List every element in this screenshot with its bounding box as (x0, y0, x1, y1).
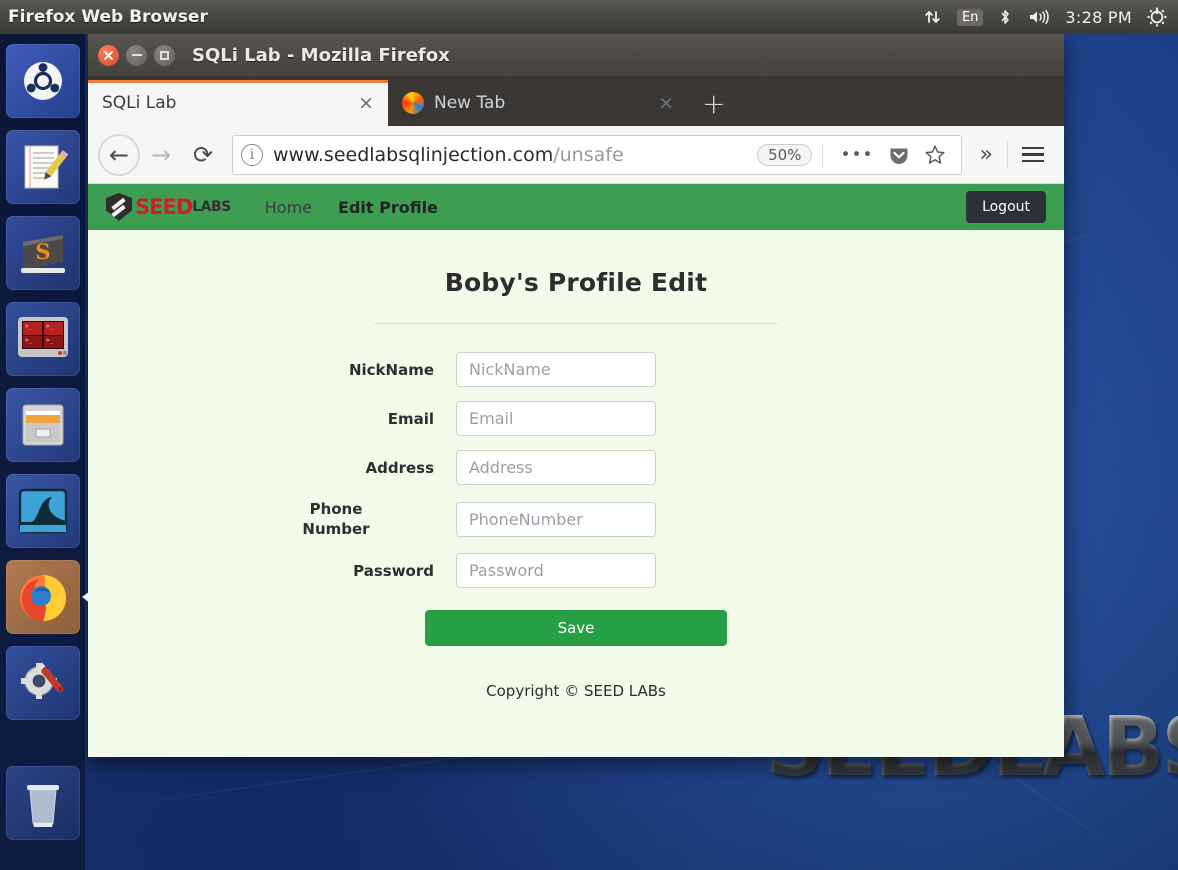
navbar-right-controls: » (970, 140, 1054, 169)
launcher-item-text-editor[interactable] (5, 130, 80, 204)
overflow-menu-button[interactable]: » (970, 142, 1003, 167)
svg-text:>_: >_ (25, 323, 33, 330)
profile-edit-form: NickName NickName Email Email Address Ad… (256, 352, 896, 646)
form-row-email: Email Email (256, 401, 896, 436)
site-nav-edit-profile[interactable]: Edit Profile (338, 198, 438, 217)
new-tab-button[interactable]: + (688, 82, 739, 126)
label-email: Email (387, 409, 434, 428)
label-phone-number: Phone Number (302, 500, 370, 538)
svg-text:>_: >_ (46, 323, 54, 330)
tab-new-tab[interactable]: New Tab × (388, 80, 688, 126)
system-tray: En 3:28 PM (923, 6, 1178, 28)
bookmark-star-icon[interactable] (924, 144, 946, 166)
back-button[interactable]: ← (98, 133, 140, 176)
tab-strip: SQLi Lab × New Tab × + (88, 76, 1064, 126)
profile-edit-container: Boby's Profile Edit NickName NickName Em… (88, 230, 1064, 700)
keyboard-layout-indicator[interactable]: En (956, 8, 984, 26)
launcher-item-sublime-text[interactable]: S (5, 216, 80, 290)
forward-button[interactable]: → (140, 134, 182, 176)
title-divider (374, 323, 778, 324)
form-row-phone-number: Phone Number PhoneNumber (256, 499, 896, 539)
save-button[interactable]: Save (425, 610, 727, 646)
tab-close-icon[interactable]: × (358, 92, 374, 114)
url-host: www.seedlabsqlinjection.com (273, 143, 554, 166)
logo-labs-text: LABS (192, 199, 231, 215)
url-text: www.seedlabsqlinjection.com/unsafe (273, 144, 624, 166)
launcher-item-terminal[interactable]: >_ >_ >_ >_ (5, 302, 80, 376)
url-bar[interactable]: i www.seedlabsqlinjection.com/unsafe 50%… (232, 134, 962, 175)
window-minimize-button[interactable] (126, 44, 147, 66)
browser-navigation-bar: ← → ⟳ i www.seedlabsqlinjection.com/unsa… (88, 126, 1064, 184)
tab-close-icon[interactable]: × (658, 92, 674, 114)
pocket-icon[interactable] (888, 144, 910, 166)
reload-button[interactable]: ⟳ (182, 134, 224, 176)
tab-sqli-lab[interactable]: SQLi Lab × (88, 80, 388, 126)
launcher-item-files[interactable] (5, 388, 80, 462)
site-info-icon[interactable]: i (241, 143, 263, 166)
form-row-password: Password Password (256, 553, 896, 588)
volume-icon[interactable] (1027, 7, 1051, 27)
launcher-item-system-settings[interactable] (5, 646, 80, 720)
window-maximize-button[interactable] (154, 44, 175, 66)
app-menu-button[interactable] (1012, 143, 1054, 166)
url-path: /unsafe (553, 143, 624, 166)
launcher-item-ubuntu-dash[interactable] (5, 44, 80, 118)
launcher-item-firefox[interactable] (5, 560, 90, 634)
svg-text:>_: >_ (46, 337, 54, 344)
form-row-address: Address Address (256, 450, 896, 485)
web-page-content: SEED LABS Home Edit Profile Logout Boby'… (88, 184, 1064, 757)
label-address: Address (365, 458, 434, 477)
site-navbar: SEED LABS Home Edit Profile Logout (88, 184, 1064, 230)
seedlabs-logo[interactable]: SEED LABS (106, 193, 231, 221)
ubuntu-top-panel: Firefox Web Browser En 3:28 PM (0, 0, 1178, 34)
input-phone-number[interactable]: PhoneNumber (456, 501, 656, 537)
zoom-level-badge[interactable]: 50% (757, 143, 813, 166)
launcher-item-trash[interactable] (5, 766, 80, 840)
form-row-nickname: NickName NickName (256, 352, 896, 387)
label-nickname: NickName (348, 360, 434, 379)
url-separator (822, 142, 824, 167)
unity-launcher: S >_ >_ >_ >_ (0, 34, 90, 870)
bluetooth-icon[interactable] (997, 7, 1013, 27)
copyright-text: Copyright © SEED LABs (486, 682, 666, 700)
shield-icon (106, 193, 132, 221)
firefox-window: SQLi Lab - Mozilla Firefox SQLi Lab × Ne… (88, 34, 1064, 757)
save-row: Save (256, 610, 896, 646)
running-indicator-arrow (81, 591, 90, 603)
logout-button[interactable]: Logout (966, 191, 1046, 223)
page-actions-icon[interactable]: ••• (840, 145, 873, 165)
svg-text:>_: >_ (25, 337, 33, 344)
firefox-favicon-icon (402, 92, 424, 114)
page-title: Boby's Profile Edit (444, 268, 708, 297)
clock[interactable]: 3:28 PM (1065, 8, 1132, 27)
logo-seed-text: SEED (135, 195, 193, 219)
launcher-item-wireshark[interactable] (5, 474, 80, 548)
power-gear-icon[interactable] (1146, 6, 1168, 28)
svg-text:S: S (35, 239, 50, 264)
window-titlebar: SQLi Lab - Mozilla Firefox (88, 34, 1064, 76)
tab-label: SQLi Lab (102, 93, 177, 113)
window-close-button[interactable] (98, 44, 119, 66)
input-nickname[interactable]: NickName (456, 352, 656, 387)
tab-label: New Tab (434, 93, 506, 113)
active-app-title[interactable]: Firefox Web Browser (8, 7, 208, 27)
window-title: SQLi Lab - Mozilla Firefox (192, 44, 450, 66)
input-password[interactable]: Password (456, 553, 656, 588)
site-nav-home[interactable]: Home (265, 198, 312, 217)
input-email[interactable]: Email (456, 401, 656, 436)
input-address[interactable]: Address (456, 450, 656, 485)
navbar-divider (1007, 140, 1008, 169)
label-password: Password (353, 561, 434, 580)
network-up-down-icon[interactable] (923, 7, 943, 27)
